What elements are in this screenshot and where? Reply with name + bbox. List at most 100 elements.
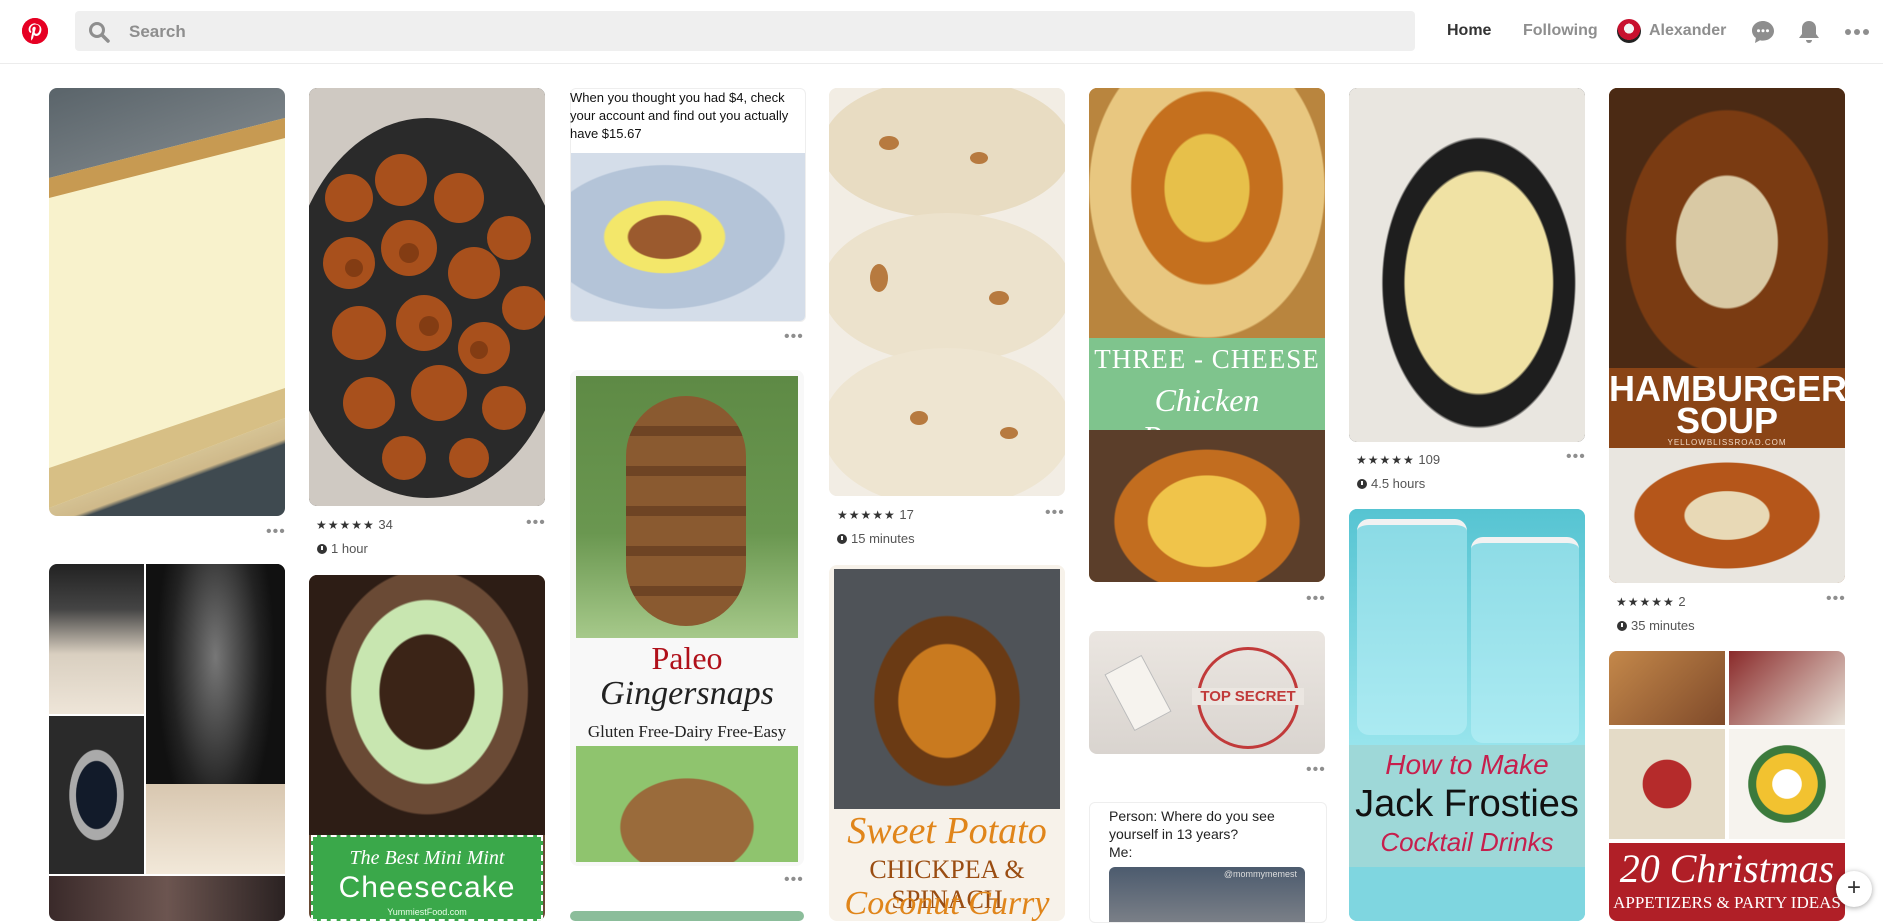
soup-banner: HAMBURGER SOUP YELLOWBLISSROAD.COM [1609, 368, 1845, 448]
pin-pecan-cookies[interactable] [829, 88, 1065, 496]
pin-next-preview[interactable] [570, 911, 804, 921]
pin-more-button[interactable]: ••• [1306, 591, 1326, 607]
search-input[interactable] [127, 11, 1391, 53]
xmas-title-line2: APPETIZERS & PARTY IDEAS [1613, 893, 1841, 912]
rating-count: 2 [1678, 594, 1686, 609]
search-icon [89, 22, 110, 43]
profile-name: Alexander [1649, 22, 1727, 39]
nav-following-link[interactable]: Following [1523, 22, 1598, 40]
xmas-photo-2 [1729, 651, 1845, 725]
glass-left [1357, 519, 1467, 735]
pin-meme-13-years[interactable]: Person: Where do you see yourself in 13 … [1089, 802, 1327, 923]
pin-roasted-potatoes[interactable] [309, 88, 545, 506]
meme-artwork [571, 153, 805, 321]
gingersnaps-bottom-photo [576, 746, 798, 862]
pin-rating: ★★★★★ 17 [837, 507, 914, 522]
meme2-photo: @mommymemest [1109, 867, 1305, 922]
pin-rating: ★★★★★ 109 [1356, 452, 1440, 467]
dress-photo-5 [49, 876, 285, 921]
pin-cook-time: 15 minutes [837, 531, 915, 546]
cheesecake-photo [309, 575, 545, 835]
add-pin-button[interactable]: + [1836, 871, 1872, 907]
pin-more-button[interactable]: ••• [1566, 449, 1586, 465]
cheesecake-image [49, 118, 285, 508]
parm-bottom-photo [1089, 430, 1325, 582]
pin-more-button[interactable]: ••• [1045, 505, 1065, 521]
cook-time-label: 15 minutes [851, 531, 915, 546]
pin-chicken-parmesan[interactable]: THREE - CHEESE Chicken Parmesan [1089, 88, 1325, 582]
soup-bottom-photo [1609, 448, 1845, 583]
frosties-bottom-photo [1349, 867, 1585, 921]
pin-rating: ★★★★★ 34 [316, 517, 393, 532]
pin-cheesecake-slice[interactable] [49, 88, 285, 516]
curry-photo [834, 569, 1060, 809]
cook-time-label: 35 minutes [1631, 618, 1695, 633]
pin-hamburger-soup[interactable]: HAMBURGER SOUP YELLOWBLISSROAD.COM [1609, 88, 1845, 583]
pin-slow-cooker-dip[interactable] [1349, 88, 1585, 442]
rating-stars: ★★★★★ [837, 508, 896, 522]
parm-title-line1: THREE - CHEESE [1094, 344, 1320, 374]
cookie-stack [626, 396, 746, 626]
clock-icon [317, 544, 327, 554]
xmas-photo-4 [1729, 729, 1845, 839]
pin-more-button[interactable]: ••• [1306, 762, 1326, 778]
pinterest-logo[interactable] [22, 18, 48, 44]
clock-icon [1357, 479, 1367, 489]
pin-cook-time: 35 minutes [1617, 618, 1695, 633]
dress-photo-3 [49, 716, 144, 874]
rating-count: 109 [1418, 452, 1441, 467]
frosties-title-line1: How to Make [1385, 749, 1549, 780]
pin-top-secret[interactable]: TOP SECRET [1089, 631, 1325, 754]
rating-stars: ★★★★★ [316, 518, 375, 532]
frosties-photo [1349, 509, 1585, 745]
gingersnaps-title-line2: Gingersnaps [600, 675, 774, 712]
frosties-banner: How to Make Jack Frosties Cocktail Drink… [1349, 745, 1585, 867]
curry-title-line1: Sweet Potato [847, 810, 1047, 852]
rating-count: 34 [378, 517, 393, 532]
gingersnaps-top-photo [576, 376, 798, 638]
xmas-photo-3 [1609, 729, 1725, 839]
messages-icon[interactable] [1750, 19, 1776, 45]
pin-mini-mint-cheesecake[interactable]: The Best Mini Mint Cheesecake YummiestFo… [309, 575, 545, 921]
gingersnaps-subtitle: Gluten Free-Dairy Free-Easy [587, 722, 787, 741]
pin-prom-dresses[interactable] [49, 564, 285, 921]
pin-feed: ••• ★★★★★ 34 ••• 1 hour The Best Mini Mi… [0, 0, 1883, 923]
soup-title-line2: SOUP [1675, 400, 1779, 441]
meme-caption: When you thought you had $4, check your … [570, 90, 789, 141]
mint-title-line1: The Best Mini Mint [349, 847, 505, 869]
pin-more-button[interactable]: ••• [784, 872, 804, 888]
mint-source: YummiestFood.com [387, 907, 467, 917]
mint-title-line2: Cheesecake [338, 871, 516, 904]
dip-photo [1349, 88, 1585, 442]
pin-paleo-gingersnaps[interactable]: Paleo Gingersnaps Gluten Free-Dairy Free… [570, 370, 804, 866]
soup-source: YELLOWBLISSROAD.COM [1667, 438, 1787, 447]
search-bar[interactable] [75, 11, 1415, 53]
pin-christmas-appetizers[interactable]: 20 Christmas APPETIZERS & PARTY IDEAS [1609, 651, 1845, 921]
potatoes-image [309, 88, 545, 506]
notifications-icon[interactable] [1797, 19, 1821, 45]
pin-more-button[interactable]: ••• [526, 515, 546, 531]
dress-photo-4 [146, 784, 285, 874]
cookies-image [829, 88, 1065, 496]
frosties-title-line2: Jack Frosties [1355, 783, 1579, 825]
pin-rating: ★★★★★ 2 [1616, 594, 1686, 609]
clock-icon [837, 534, 847, 544]
pin-cook-time: 4.5 hours [1357, 476, 1425, 491]
rating-count: 17 [899, 507, 914, 522]
xmas-photo-1 [1609, 651, 1725, 725]
pin-more-button[interactable]: ••• [266, 524, 286, 540]
pin-sweet-potato-curry[interactable]: Sweet Potato CHICKPEA & SPINACH Coconut … [829, 565, 1065, 921]
frosties-title-line3: Cocktail Drinks [1380, 827, 1554, 857]
more-icon[interactable] [1845, 28, 1869, 36]
pin-more-button[interactable]: ••• [784, 329, 804, 345]
cook-time-label: 4.5 hours [1371, 476, 1426, 491]
pin-cook-time: 1 hour [317, 541, 368, 556]
pin-jack-frosties[interactable]: How to Make Jack Frosties Cocktail Drink… [1349, 509, 1585, 921]
mint-banner: The Best Mini Mint Cheesecake YummiestFo… [311, 835, 543, 921]
nav-home-link[interactable]: Home [1447, 22, 1491, 40]
glass-right [1471, 537, 1579, 743]
soup-top-photo [1609, 88, 1845, 368]
pin-more-button[interactable]: ••• [1826, 591, 1846, 607]
clock-icon [1617, 621, 1627, 631]
rating-stars: ★★★★★ [1616, 595, 1675, 609]
